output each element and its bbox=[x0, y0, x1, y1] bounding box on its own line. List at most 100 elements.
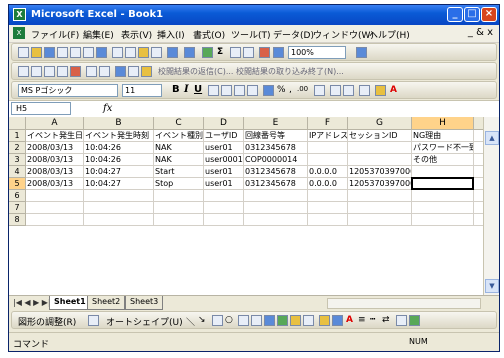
menu-data[interactable]: データ(D) bbox=[273, 28, 314, 41]
rectangle-icon[interactable] bbox=[212, 315, 223, 326]
cell-g7[interactable] bbox=[348, 202, 412, 214]
cell-a7[interactable] bbox=[26, 202, 84, 214]
review-icon-4[interactable] bbox=[57, 66, 68, 77]
cell-f4[interactable]: 0.0.0.0 bbox=[308, 166, 348, 178]
align-left-icon[interactable] bbox=[208, 85, 219, 96]
cell-e6[interactable] bbox=[244, 190, 308, 202]
worksheet-grid[interactable]: ABCDEFGHI 1イベント発生日イベント発生時刻イベント種別ユーザID回線番号… bbox=[9, 117, 483, 295]
cell-h8[interactable] bbox=[412, 214, 474, 226]
cell-b5[interactable]: 10:04:27 bbox=[84, 178, 154, 190]
name-box[interactable]: H5 bbox=[11, 102, 71, 115]
print-icon[interactable] bbox=[70, 47, 81, 58]
comma-button[interactable]: , bbox=[289, 85, 292, 95]
sheet-tab-sheet3[interactable]: Sheet3 bbox=[125, 296, 164, 310]
draw-menu-button[interactable]: 図形の調整(R) bbox=[18, 315, 76, 328]
cell-g4[interactable]: 120537039700001 bbox=[348, 166, 412, 178]
percent-button[interactable]: % bbox=[277, 85, 286, 95]
cell-f1[interactable]: IPアドレス bbox=[308, 130, 348, 142]
cell-d5[interactable]: user01 bbox=[204, 178, 244, 190]
currency-icon[interactable] bbox=[263, 85, 274, 96]
arrow-icon[interactable]: ↘ bbox=[198, 315, 206, 325]
cell-h6[interactable] bbox=[412, 190, 474, 202]
cell-c2[interactable]: NAK bbox=[154, 142, 204, 154]
cell-c1[interactable]: イベント種別 bbox=[154, 130, 204, 142]
row-header-8[interactable]: 8 bbox=[9, 214, 26, 226]
review-icon-5[interactable] bbox=[70, 66, 81, 77]
cell-g1[interactable]: セッションID bbox=[348, 130, 412, 142]
open-icon[interactable] bbox=[31, 47, 42, 58]
diagram-icon[interactable] bbox=[277, 315, 288, 326]
sheet-tab-sheet1[interactable]: Sheet1 bbox=[49, 296, 91, 310]
cell-e4[interactable]: 0312345678 bbox=[244, 166, 308, 178]
cell-c8[interactable] bbox=[154, 214, 204, 226]
cell-h7[interactable] bbox=[412, 202, 474, 214]
row-header-1[interactable]: 1 bbox=[9, 130, 26, 142]
merge-center-icon[interactable] bbox=[247, 85, 258, 96]
sort-descending-icon[interactable] bbox=[243, 47, 254, 58]
review-icon-2[interactable] bbox=[31, 66, 42, 77]
undo-icon[interactable] bbox=[167, 47, 178, 58]
cell-a5[interactable]: 2008/03/13 bbox=[26, 178, 84, 190]
3d-icon[interactable] bbox=[409, 315, 420, 326]
sheet-tab-sheet2[interactable]: Sheet2 bbox=[87, 296, 126, 310]
cell-b6[interactable] bbox=[84, 190, 154, 202]
cell-d7[interactable] bbox=[204, 202, 244, 214]
line-color-icon[interactable] bbox=[332, 315, 343, 326]
column-header-d[interactable]: D bbox=[204, 117, 244, 130]
align-center-icon[interactable] bbox=[221, 85, 232, 96]
menu-file[interactable]: ファイル(F) bbox=[31, 28, 79, 41]
cell-f3[interactable] bbox=[308, 154, 348, 166]
cell-i1[interactable] bbox=[474, 130, 483, 142]
cell-a2[interactable]: 2008/03/13 bbox=[26, 142, 84, 154]
scroll-up-icon[interactable]: ▲ bbox=[485, 131, 499, 145]
maximize-button[interactable]: □ bbox=[464, 7, 480, 22]
document-window-controls[interactable]: _ & x bbox=[468, 27, 493, 38]
line-style-icon[interactable]: ≡ bbox=[358, 315, 366, 325]
horizontal-scrollbar[interactable] bbox=[327, 298, 481, 309]
hyperlink-icon[interactable] bbox=[202, 47, 213, 58]
font-color-icon[interactable]: A bbox=[390, 85, 397, 95]
cell-a6[interactable] bbox=[26, 190, 84, 202]
textbox-icon[interactable] bbox=[238, 315, 249, 326]
paste-icon[interactable] bbox=[138, 47, 149, 58]
cut-icon[interactable] bbox=[112, 47, 123, 58]
cell-d2[interactable]: user01 bbox=[204, 142, 244, 154]
review-icon-6[interactable] bbox=[86, 66, 97, 77]
cell-h3[interactable]: その他 bbox=[412, 154, 474, 166]
cell-e7[interactable] bbox=[244, 202, 308, 214]
copy-icon[interactable] bbox=[125, 47, 136, 58]
zoom-select[interactable]: 100% bbox=[288, 46, 346, 59]
picture-icon[interactable] bbox=[303, 315, 314, 326]
wordart-icon[interactable] bbox=[264, 315, 275, 326]
scroll-down-icon[interactable]: ▼ bbox=[485, 279, 499, 293]
draw-fill-color-icon[interactable] bbox=[319, 315, 330, 326]
bold-button[interactable]: B bbox=[172, 84, 180, 95]
cell-d3[interactable]: user00014 bbox=[204, 154, 244, 166]
cell-i6[interactable] bbox=[474, 190, 483, 202]
fill-color-icon[interactable] bbox=[375, 85, 386, 96]
cell-f5[interactable]: 0.0.0.0 bbox=[308, 178, 348, 190]
review-icon-9[interactable] bbox=[128, 66, 139, 77]
cell-i5[interactable] bbox=[474, 178, 483, 190]
cell-f7[interactable] bbox=[308, 202, 348, 214]
cell-b7[interactable] bbox=[84, 202, 154, 214]
select-objects-icon[interactable] bbox=[88, 315, 99, 326]
decrease-indent-icon[interactable] bbox=[330, 85, 341, 96]
cell-b1[interactable]: イベント発生時刻 bbox=[84, 130, 154, 142]
cell-g2[interactable] bbox=[348, 142, 412, 154]
arrow-style-icon[interactable]: ⇄ bbox=[382, 315, 390, 325]
cell-i4[interactable] bbox=[474, 166, 483, 178]
align-right-icon[interactable] bbox=[234, 85, 245, 96]
column-header-i[interactable]: I bbox=[474, 117, 483, 130]
borders-icon[interactable] bbox=[359, 85, 370, 96]
autosum-icon[interactable]: Σ bbox=[217, 47, 223, 57]
cell-b3[interactable]: 10:04:26 bbox=[84, 154, 154, 166]
review-reply-label[interactable]: 校閲結果の返信(C)... 校閲結果の取り込み終了(N)... bbox=[158, 66, 344, 77]
menu-tools[interactable]: ツール(T) bbox=[231, 28, 271, 41]
format-painter-icon[interactable] bbox=[151, 47, 162, 58]
vertical-scrollbar[interactable]: ▲ ▼ bbox=[483, 117, 499, 295]
dash-style-icon[interactable]: ┅ bbox=[370, 315, 375, 325]
autoshapes-menu-button[interactable]: オートシェイプ(U) bbox=[106, 315, 183, 328]
menu-edit[interactable]: 編集(E) bbox=[83, 28, 114, 41]
column-header-b[interactable]: B bbox=[84, 117, 154, 130]
